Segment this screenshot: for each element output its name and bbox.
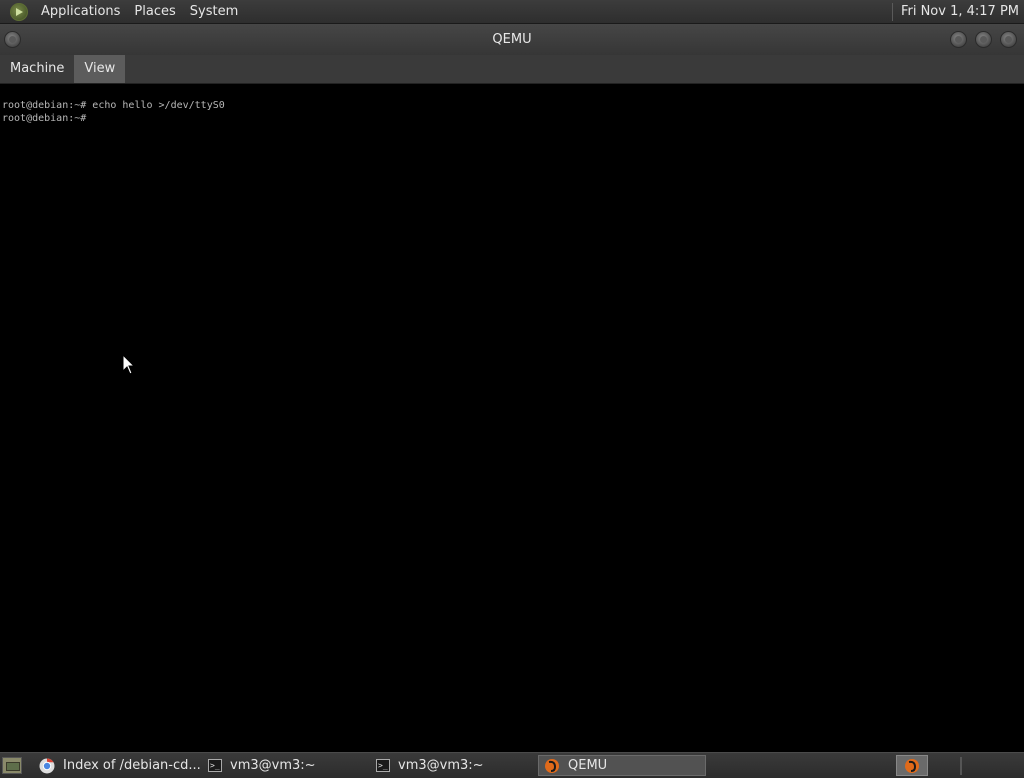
close-button[interactable]: [1000, 31, 1017, 48]
console-line: root@debian:~#: [2, 113, 87, 124]
menu-machine[interactable]: Machine: [0, 55, 74, 83]
tray-qemu-button[interactable]: [896, 755, 928, 776]
terminal-icon: >_: [376, 759, 390, 772]
task-terminal-2[interactable]: >_ vm3@vm3:~: [371, 755, 537, 776]
desktop: Applications Places System Fri Nov 1, 4:…: [0, 0, 1024, 778]
mouse-cursor-icon: [122, 354, 136, 375]
task-label: vm3@vm3:~: [230, 758, 316, 773]
terminal-icon: >_: [208, 759, 222, 772]
console-output: root@debian:~# echo hello >/dev/ttyS0 ro…: [2, 99, 225, 125]
show-desktop-icon[interactable]: [2, 757, 22, 774]
menu-system[interactable]: System: [183, 0, 245, 24]
panel-separator: [891, 2, 893, 21]
maximize-button[interactable]: [975, 31, 992, 48]
menu-applications[interactable]: Applications: [34, 0, 127, 24]
qemu-tray-icon: [905, 758, 919, 773]
task-label: vm3@vm3:~: [398, 758, 484, 773]
menu-places[interactable]: Places: [127, 0, 182, 24]
tray-separator: [960, 757, 962, 775]
guest-console[interactable]: root@debian:~# echo hello >/dev/ttyS0 ro…: [0, 84, 1024, 752]
console-line: root@debian:~# echo hello >/dev/ttyS0: [2, 100, 225, 111]
task-label: Index of /debian-cd...: [63, 758, 200, 773]
task-qemu[interactable]: QEMU: [538, 755, 706, 776]
bottom-taskbar: Index of /debian-cd... >_ vm3@vm3:~ >_ v…: [0, 752, 1024, 778]
window-titlebar[interactable]: QEMU: [0, 24, 1024, 55]
qemu-menubar: Machine View: [0, 55, 1024, 84]
applications-logo-icon[interactable]: [10, 2, 28, 21]
task-label: QEMU: [568, 758, 608, 773]
qemu-icon: [545, 758, 559, 773]
menu-view[interactable]: View: [74, 55, 126, 83]
minimize-button[interactable]: [950, 31, 967, 48]
window-title: QEMU: [492, 32, 532, 47]
chrome-icon: [39, 758, 55, 773]
task-terminal-1[interactable]: >_ vm3@vm3:~: [203, 755, 369, 776]
top-panel: Applications Places System Fri Nov 1, 4:…: [0, 0, 1024, 24]
clock[interactable]: Fri Nov 1, 4:17 PM: [901, 0, 1024, 24]
task-browser[interactable]: Index of /debian-cd...: [34, 755, 200, 776]
